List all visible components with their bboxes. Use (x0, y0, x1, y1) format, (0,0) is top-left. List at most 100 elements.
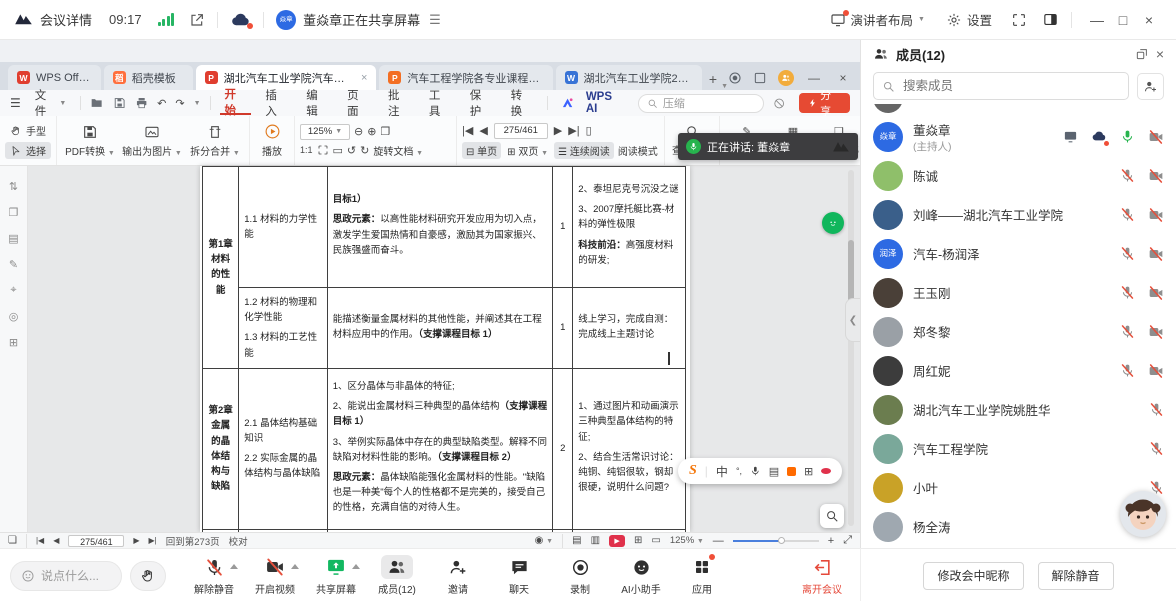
history-caret-icon[interactable]: ▼ (194, 100, 201, 107)
page-thumbnails-icon[interactable]: ⇅ (9, 180, 18, 193)
ime-emoji-icon[interactable] (821, 468, 831, 474)
prev-page-icon[interactable]: ◀ (479, 124, 487, 137)
sharing-options-icon[interactable]: ☰ (429, 12, 441, 28)
share-options-caret[interactable] (352, 564, 360, 569)
menu-start[interactable]: 开始 (220, 91, 252, 115)
menu-page[interactable]: 页面 (342, 91, 374, 115)
double-page-button[interactable]: ⊞ 双页 ▼ (505, 142, 550, 159)
back-to-page-button[interactable]: 回到第273页 (166, 534, 220, 548)
zoom-level-select[interactable]: 125%▼ (300, 124, 350, 140)
zoom-in-icon[interactable]: ⊕ (367, 125, 376, 138)
redo-icon[interactable]: ↷ (175, 97, 184, 110)
maximize-button[interactable]: □ (1110, 12, 1136, 28)
member-row[interactable]: 周红妮 (861, 351, 1176, 390)
autoplay-button[interactable]: ▶ (609, 535, 625, 547)
minimize-button[interactable]: — (1084, 12, 1110, 28)
read-mode-button[interactable]: 阅读模式 (618, 143, 658, 158)
video-options-caret[interactable] (291, 564, 299, 569)
member-row[interactable]: 陈诚 (861, 156, 1176, 195)
menu-tools[interactable]: 工具 (424, 91, 456, 115)
side-panel-toggle-icon[interactable] (1042, 11, 1059, 28)
tab-close-icon[interactable]: × (361, 72, 367, 84)
ime-voice-icon[interactable] (750, 465, 761, 477)
panel-collapse-handle[interactable]: ❮ (845, 298, 860, 342)
account-avatar[interactable] (778, 70, 794, 86)
mic-off-icon[interactable] (1120, 207, 1135, 222)
pdf-convert-button[interactable]: PDF转换 ▼ (62, 122, 118, 160)
continuous-read-button[interactable]: ☰ 连续阅读 (554, 142, 614, 159)
cartoon-avatar-overlay[interactable] (1119, 490, 1167, 538)
hamburger-icon[interactable]: ☰ (10, 96, 21, 110)
actual-size-button[interactable]: 1:1 (300, 145, 313, 155)
member-row[interactable]: 郑冬黎 (861, 312, 1176, 351)
settings-button[interactable]: 设置 (946, 10, 992, 29)
menu-protect[interactable]: 保护 (465, 91, 497, 115)
menu-comment[interactable]: 批注 (383, 91, 415, 115)
leave-meeting-button[interactable]: 离开会议 (802, 555, 842, 596)
wps-minimize-button[interactable]: — (805, 71, 823, 85)
status-page-number[interactable]: 275/461 (68, 535, 124, 547)
print-icon[interactable] (135, 96, 148, 110)
rotate-doc-button[interactable]: 旋转文档 ▼ (373, 143, 423, 158)
camera-off-icon[interactable] (1148, 168, 1164, 184)
next-page-icon[interactable]: ▶ (133, 536, 139, 545)
mic-off-icon[interactable] (1120, 363, 1135, 378)
fullscreen-toggle-icon[interactable]: ⤢ (843, 534, 852, 547)
popout-panel-icon[interactable] (1135, 47, 1149, 61)
single-page-button[interactable]: ⊟ 单页 (462, 142, 501, 159)
raise-hand-button[interactable] (130, 561, 166, 591)
first-page-icon[interactable]: |◀ (462, 124, 473, 137)
mic-off-icon[interactable] (1149, 402, 1164, 417)
rotate-right-icon[interactable]: ↻ (360, 144, 369, 157)
zoom-out-icon[interactable]: ⊖ (354, 125, 363, 138)
mic-off-icon[interactable] (1120, 168, 1135, 183)
workspace-icon[interactable] (753, 71, 767, 85)
rotate-left-icon[interactable]: ↺ (347, 144, 356, 157)
camera-off-icon[interactable] (1148, 246, 1164, 262)
member-row[interactable]: 湖北汽车工业学院姚胜华 (861, 390, 1176, 429)
magnifier-button[interactable] (820, 504, 844, 528)
wps-assistant-button[interactable] (822, 212, 844, 234)
page-number-box[interactable]: 275/461 (494, 123, 548, 139)
mic-options-caret[interactable] (230, 564, 238, 569)
camera-off-icon[interactable] (1148, 363, 1164, 379)
last-page-icon[interactable]: ▶| (568, 124, 579, 137)
menu-convert[interactable]: 转换 (506, 91, 538, 115)
snapshot-icon[interactable]: ❐ (380, 125, 390, 138)
new-tab-button[interactable]: + (709, 71, 717, 87)
toolbar-chat-button[interactable]: 聊天 (497, 555, 541, 596)
member-row-host[interactable]: 焱章 董焱章 (主持人) (861, 117, 1176, 156)
menu-edit[interactable]: 编辑 (301, 91, 333, 115)
ime-toolbox-icon[interactable]: ⊞ (804, 465, 813, 478)
cloud-record-icon[interactable] (230, 9, 251, 30)
fit-width-icon[interactable]: ▭ (333, 144, 343, 157)
single-page-view-icon[interactable]: ▤ (572, 535, 581, 546)
select-tool-button[interactable]: 选择 (5, 142, 51, 159)
member-row[interactable]: 王玉刚 (861, 273, 1176, 312)
toolbar-start-video-button[interactable]: 开启视频 (253, 555, 297, 596)
wps-search-box[interactable]: 压缩 (638, 94, 764, 113)
close-button[interactable]: × (1136, 12, 1162, 28)
add-member-button[interactable] (1137, 73, 1164, 100)
member-row[interactable]: 润泽 汽车-杨润泽 (861, 234, 1176, 273)
menu-insert[interactable]: 插入 (260, 91, 292, 115)
mic-off-icon[interactable] (1120, 324, 1135, 339)
toolbar-share-screen-button[interactable]: 共享屏幕 (314, 555, 358, 596)
bookmark-icon[interactable]: ❐ (9, 206, 19, 219)
file-menu[interactable]: 文件 ▼ (30, 91, 72, 115)
member-row[interactable]: 汽车工程学院 (861, 429, 1176, 468)
ime-logo[interactable]: S (689, 463, 697, 479)
footer-unmute-button[interactable]: 解除静音 (1038, 562, 1114, 590)
fit-width-icon[interactable]: ▭ (651, 535, 660, 546)
members-list[interactable]: 焱章 董焱章 (主持人) 陈诚 (861, 104, 1176, 545)
share-document-button[interactable]: 分享 (799, 93, 850, 113)
view-mode-icon[interactable]: ◉ ▼ (535, 535, 553, 546)
proofread-button[interactable]: 校对 (229, 534, 248, 548)
split-merge-button[interactable]: 拆分合并 ▼ (186, 122, 244, 160)
undo-icon[interactable]: ↶ (157, 97, 166, 110)
toolbar-unmute-button[interactable]: 解除静音 (192, 555, 236, 596)
last-page-icon[interactable]: ▶| (149, 536, 157, 545)
ime-punctuation-icon[interactable]: °, (736, 466, 742, 476)
ime-clipboard-icon[interactable]: ▤ (769, 465, 779, 478)
fit-window-icon[interactable]: ⊞ (634, 535, 642, 546)
